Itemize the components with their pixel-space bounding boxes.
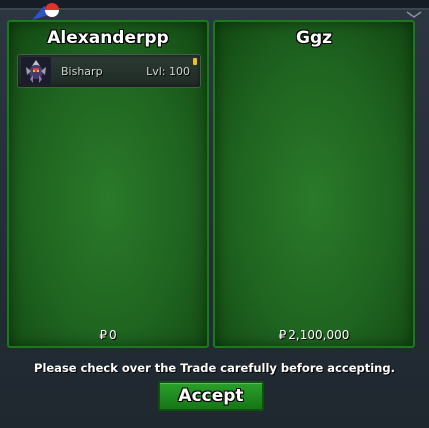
item-level: Lvl: 100 (146, 65, 190, 78)
money-left: ₽0 (9, 328, 207, 342)
trade-item-slot[interactable]: Bisharp Lvl: 100 (17, 54, 201, 88)
trade-panel-left: Alexanderpp Bisharp Lvl: 100 ₽0 (7, 20, 209, 348)
window-corner-icon (406, 11, 422, 18)
money-right: ₽2,100,000 (215, 328, 413, 342)
money-left-value: 0 (109, 328, 117, 342)
trade-notice: Please check over the Trade carefully be… (34, 361, 395, 375)
accept-button[interactable]: Accept (158, 381, 264, 411)
item-name: Bisharp (61, 65, 103, 78)
currency-symbol-icon: ₽ (99, 328, 107, 342)
player-name-right: Ggz (295, 28, 333, 48)
currency-symbol-icon: ₽ (278, 328, 287, 342)
bisharp-sprite-icon (21, 57, 51, 85)
item-marker-icon (193, 58, 197, 65)
trade-panel-right: Ggz ₽2,100,000 (213, 20, 415, 348)
money-right-value: 2,100,000 (288, 328, 350, 342)
player-name-left: Alexanderpp (47, 28, 169, 48)
